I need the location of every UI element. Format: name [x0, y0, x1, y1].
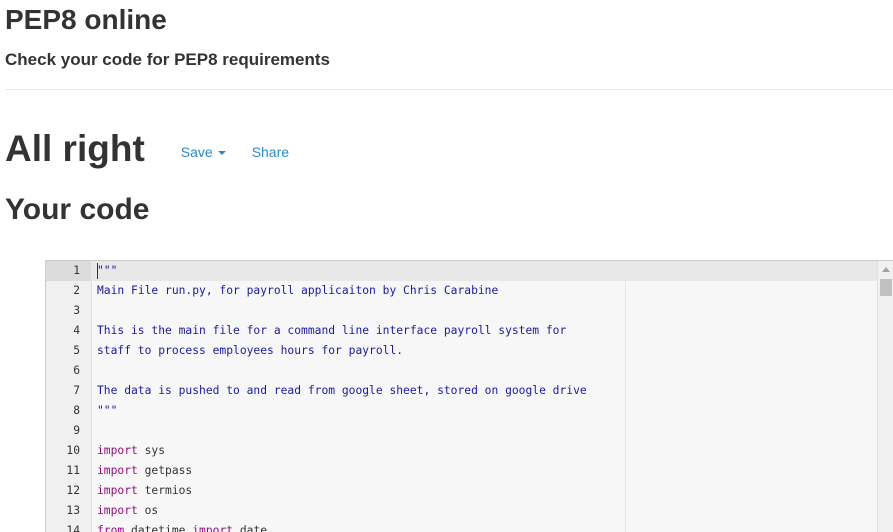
scrollbar-thumb[interactable]	[880, 279, 892, 296]
code-line[interactable]: 8 """	[46, 401, 877, 421]
caret-down-icon	[217, 151, 226, 156]
line-number: 6	[73, 364, 80, 377]
line-number: 3	[73, 304, 80, 317]
save-dropdown-button[interactable]: Save	[181, 144, 226, 160]
line-number: 10	[66, 444, 80, 457]
keyword-token: import	[97, 484, 138, 497]
line-text: Main File run.py, for payroll applicaito…	[97, 284, 499, 297]
line-text: This is the main file for a command line…	[97, 324, 567, 337]
line-number: 13	[66, 504, 80, 517]
code-line[interactable]: 3	[46, 301, 877, 321]
result-row: All right Save Share	[5, 124, 289, 174]
code-line[interactable]: 10 import sys	[46, 441, 877, 461]
line-text: The data is pushed to and read from goog…	[97, 384, 587, 397]
line-text: """	[97, 264, 118, 277]
keyword-token: import	[192, 524, 234, 532]
code-line[interactable]: 6	[46, 361, 877, 381]
code-line[interactable]: 12 import termios	[46, 481, 877, 501]
line-text: import getpass	[97, 461, 192, 481]
site-subtitle: Check your code for PEP8 requirements	[5, 50, 330, 69]
share-link[interactable]: Share	[252, 144, 289, 160]
line-number: 5	[73, 344, 80, 357]
identifier-token: os	[137, 504, 159, 517]
text-cursor	[97, 263, 98, 279]
header-divider	[5, 89, 893, 90]
code-line[interactable]: 14 from datetime import date	[46, 521, 877, 532]
identifier-token: datetime	[124, 524, 193, 532]
keyword-token: import	[97, 444, 138, 457]
line-number: 2	[73, 284, 80, 297]
scroll-up-arrow-icon[interactable]	[882, 267, 890, 272]
code-editor[interactable]: 1 """ 2 Main File run.py, for payroll appli…	[45, 260, 893, 532]
code-line[interactable]: 7 The data is pushed to and read from goo…	[46, 381, 877, 401]
save-label: Save	[180, 144, 213, 160]
line-text: from datetime import date	[97, 521, 267, 532]
code-line[interactable]: 13 import os	[46, 501, 877, 521]
line-number: 8	[73, 404, 80, 417]
identifier-token: getpass	[137, 464, 193, 477]
code-line[interactable]: 5 staff to process employees hours for pa…	[46, 341, 877, 361]
line-number: 12	[66, 484, 80, 497]
line-text: staff to process employees hours for pay…	[97, 344, 404, 357]
line-text: import sys	[97, 441, 165, 461]
line-text: import os	[97, 501, 158, 521]
identifier-token: date	[233, 524, 268, 532]
line-number: 11	[66, 464, 80, 477]
code-line[interactable]: 2 Main File run.py, for payroll applicait…	[46, 281, 877, 301]
line-number: 14	[66, 524, 80, 532]
line-number: 7	[73, 384, 80, 397]
line-number: 9	[73, 424, 80, 437]
result-title: All right	[5, 128, 145, 169]
editor-scrollbar[interactable]	[877, 261, 893, 532]
your-code-title: Your code	[5, 193, 150, 226]
keyword-token: import	[97, 464, 138, 477]
code-line[interactable]: 1 """	[46, 261, 877, 281]
keyword-token: from	[97, 524, 125, 532]
code-line[interactable]: 11 import getpass	[46, 461, 877, 481]
line-number: 4	[73, 324, 80, 337]
code-line[interactable]: 4 This is the main file for a command lin…	[46, 321, 877, 341]
code-line[interactable]: 9	[46, 421, 877, 441]
line-text: """	[97, 404, 118, 417]
site-title: PEP8 online	[5, 4, 167, 35]
identifier-token: termios	[137, 484, 193, 497]
page: PEP8 online Check your code for PEP8 req…	[0, 0, 893, 532]
keyword-token: import	[97, 504, 138, 517]
identifier-token: sys	[137, 444, 166, 457]
line-number: 1	[46, 261, 91, 281]
line-text: import termios	[97, 481, 192, 501]
